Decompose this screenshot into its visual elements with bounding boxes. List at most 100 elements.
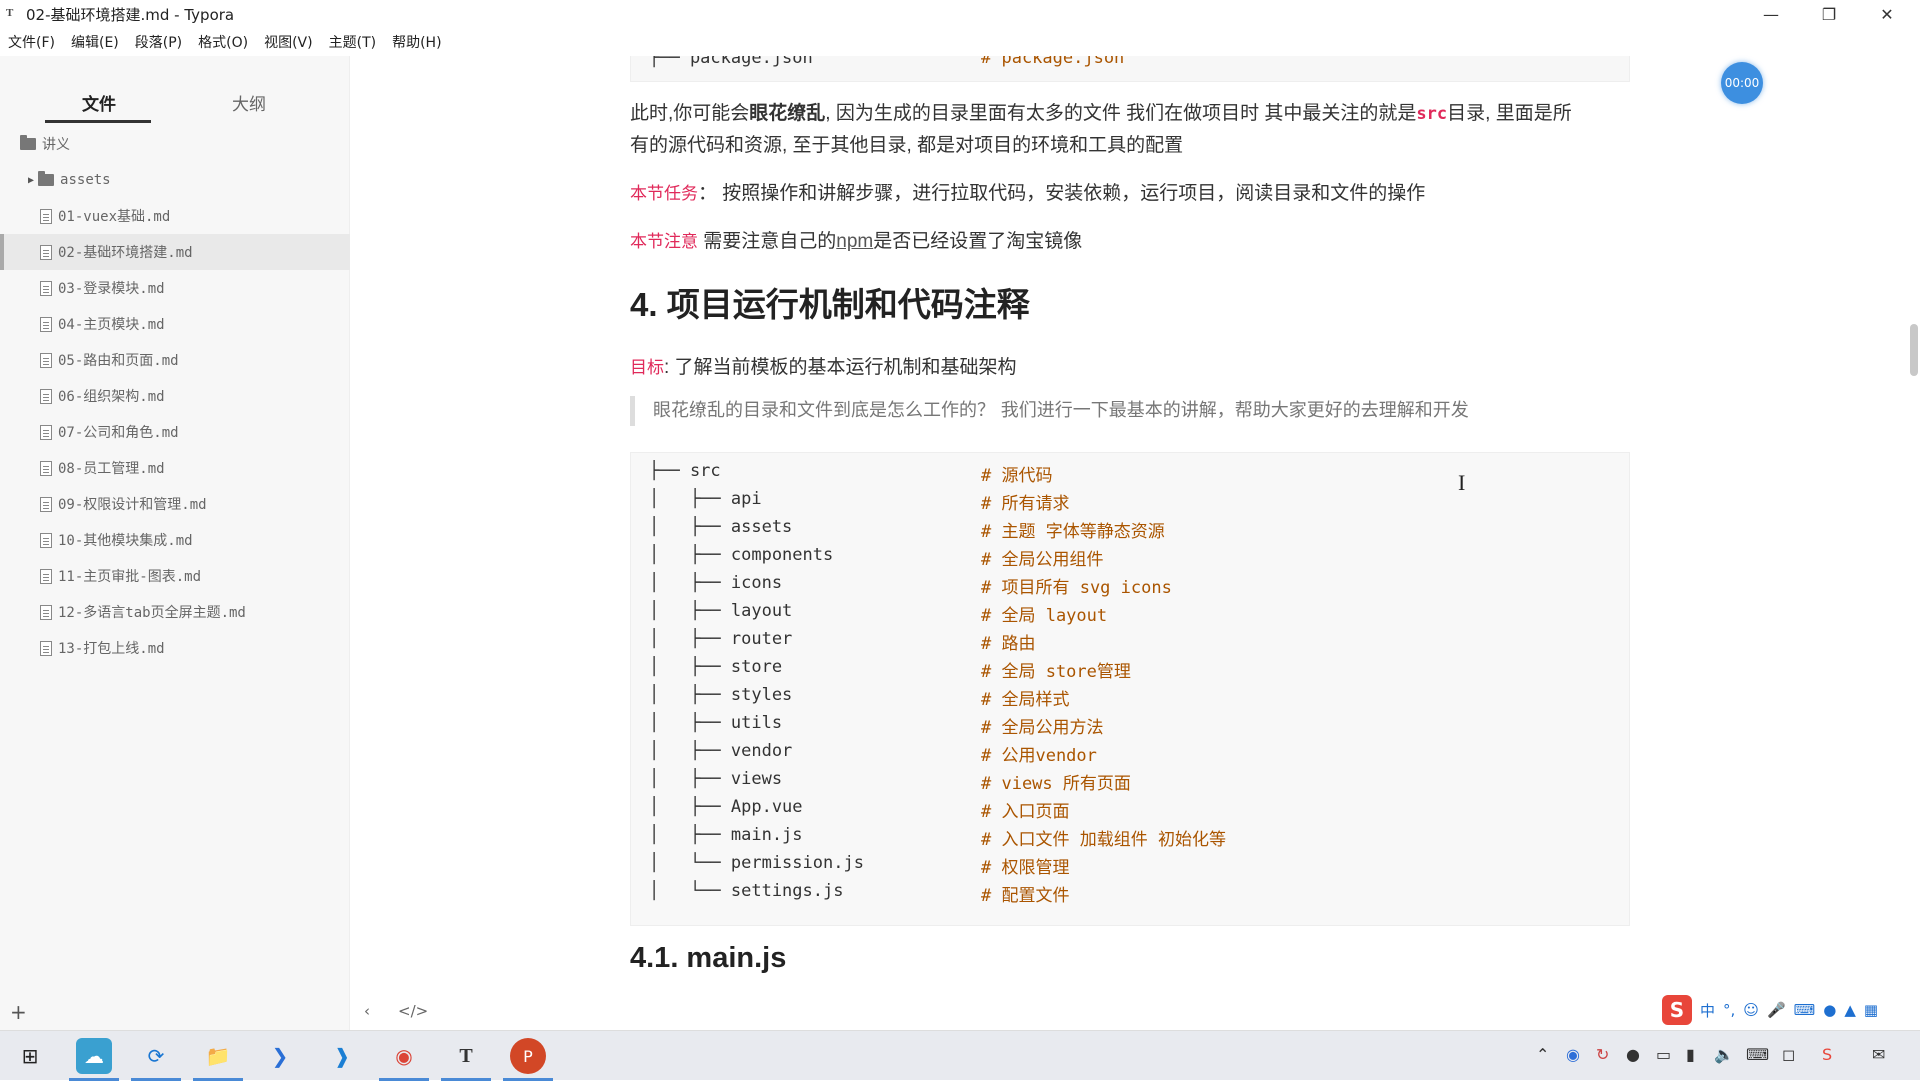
user-icon[interactable]: ● xyxy=(1823,1001,1836,1019)
file-explorer-icon[interactable]: 📁 xyxy=(200,1038,236,1074)
tray-ime-icon[interactable]: ◻ xyxy=(1782,1045,1795,1064)
code-block-directory[interactable]: ├── src # 源代码 │ ├── api # 所有请求 │ ├── assets #… xyxy=(630,452,1630,926)
npm-text: npm xyxy=(836,231,874,252)
tree-assets-folder[interactable]: ▶ assets xyxy=(0,162,350,198)
code-line: │ └── settings.js # 配置文件 xyxy=(631,881,1631,909)
microphone-icon[interactable]: 🎤 xyxy=(1767,1001,1786,1019)
paragraph-goal: 目标: 了解当前模板的基本运行机制和基础架构 xyxy=(630,352,1630,384)
tray-keyboard-icon[interactable]: ⌨ xyxy=(1746,1045,1769,1064)
file-tree-item[interactable]: 04-主页模块.md xyxy=(0,306,350,342)
text: 是否已经设置了淘宝镜像 xyxy=(873,231,1083,252)
file-tree-item[interactable]: 11-主页审批-图表.md xyxy=(0,558,350,594)
file-tree-item[interactable]: 13-打包上线.md xyxy=(0,630,350,666)
ime-language[interactable]: 中 xyxy=(1700,1000,1715,1021)
menu-help[interactable]: 帮助(H) xyxy=(392,32,441,52)
code-line: │ └── permission.js # 权限管理 xyxy=(631,853,1631,881)
powershell-icon[interactable]: ❯ xyxy=(262,1038,298,1074)
add-file-button[interactable]: + xyxy=(10,1000,27,1024)
sidebar: 文件 大纲 讲义 ▶ assets 01-vuex基础.md 02-基础环境搭建.… xyxy=(0,56,350,1030)
file-label: 11-主页审批-图表.md xyxy=(58,569,202,585)
minimize-button[interactable]: — xyxy=(1742,0,1800,28)
code-comment: # 主题 字体等静态资源 xyxy=(981,522,1165,542)
menu-format[interactable]: 格式(O) xyxy=(198,32,248,52)
file-icon xyxy=(40,244,52,260)
file-tree-item[interactable]: 07-公司和角色.md xyxy=(0,414,350,450)
file-label: 08-员工管理.md xyxy=(58,461,165,477)
file-tree-item[interactable]: 05-路由和页面.md xyxy=(0,342,350,378)
caret-right-icon[interactable]: ▶ xyxy=(28,175,34,186)
file-tree-item[interactable]: 03-登录模块.md xyxy=(0,270,350,306)
chrome-icon[interactable]: ◉ xyxy=(386,1038,422,1074)
tab-outline[interactable]: 大纲 xyxy=(232,90,266,115)
file-icon xyxy=(40,604,52,620)
tray-display-icon[interactable]: ▭ xyxy=(1656,1045,1671,1064)
grid-icon[interactable]: ▦ xyxy=(1864,1001,1878,1019)
code-line: │ ├── utils # 全局公用方法 xyxy=(631,713,1631,741)
file-tree-item[interactable]: 01-vuex基础.md xyxy=(0,198,350,234)
punctuation-icon[interactable]: °, xyxy=(1723,1001,1735,1019)
close-button[interactable]: ✕ xyxy=(1858,0,1916,28)
recording-timer[interactable]: 00:00 xyxy=(1721,62,1763,104)
windows-start-icon[interactable]: ⊞ xyxy=(12,1038,48,1074)
file-label: 04-主页模块.md xyxy=(58,317,165,333)
scrollbar-thumb[interactable] xyxy=(1910,324,1918,376)
menu-paragraph[interactable]: 段落(P) xyxy=(135,32,182,52)
code-comment: # 路由 xyxy=(981,634,1036,654)
code-line: │ ├── App.vue # 入口页面 xyxy=(631,797,1631,825)
menu-file[interactable]: 文件(F) xyxy=(8,32,55,52)
paragraph-note: 本节注意 需要注意自己的npm是否已经设置了淘宝镜像 xyxy=(630,226,1630,258)
text-cursor-icon: I xyxy=(1458,470,1466,495)
typora-taskbar-icon[interactable]: T xyxy=(448,1038,484,1074)
app-icon-2[interactable]: ⟳ xyxy=(138,1038,174,1074)
file-tree-item[interactable]: 10-其他模块集成.md xyxy=(0,522,350,558)
active-tab-indicator xyxy=(45,120,151,123)
file-tree-item[interactable]: 06-组织架构.md xyxy=(0,378,350,414)
app-icon-1[interactable]: ☁ xyxy=(76,1038,112,1074)
vscode-icon[interactable]: ❱ xyxy=(324,1038,360,1074)
code-comment: # 全局样式 xyxy=(981,690,1070,710)
menu-theme[interactable]: 主题(T) xyxy=(329,32,376,52)
title-bar: T 02-基础环境搭建.md - Typora — ❐ ✕ xyxy=(0,0,1920,28)
code-line: │ ├── api # 所有请求 xyxy=(631,489,1631,517)
file-tree-item[interactable]: 09-权限设计和管理.md xyxy=(0,486,350,522)
notification-center-icon[interactable]: ✉ xyxy=(1872,1045,1885,1064)
code-comment: # 公用vendor xyxy=(981,746,1097,766)
powerpoint-icon[interactable]: P xyxy=(510,1038,546,1074)
menu-edit[interactable]: 编辑(E) xyxy=(71,32,119,52)
emoji-icon[interactable]: ☺ xyxy=(1743,1001,1759,1019)
restore-button[interactable]: ❐ xyxy=(1800,0,1858,28)
file-icon xyxy=(40,388,52,404)
file-icon xyxy=(40,496,52,512)
tray-mic-icon[interactable]: ● xyxy=(1626,1045,1640,1064)
tab-files[interactable]: 文件 xyxy=(82,90,116,115)
tray-sogou-icon[interactable]: S xyxy=(1822,1045,1832,1064)
paragraph-intro: 此时,你可能会眼花缭乱, 因为生成的目录里面有太多的文件 我们在做项目时 其中最… xyxy=(630,98,1630,162)
code-line: │ ├── layout # 全局 layout xyxy=(631,601,1631,629)
tray-app-icon[interactable]: ◉ xyxy=(1566,1045,1580,1064)
tree-root-folder[interactable]: 讲义 xyxy=(0,126,350,162)
editor-area[interactable]: ├── package.json # package.json 此时,你可能会眼… xyxy=(350,56,1910,1030)
show-hidden-icons-icon[interactable]: ⌃ xyxy=(1536,1045,1549,1064)
file-tree-item[interactable]: 08-员工管理.md xyxy=(0,450,350,486)
file-tree-item[interactable]: 12-多语言tab页全屏主题.md xyxy=(0,594,350,630)
sogou-logo-icon[interactable]: S xyxy=(1662,995,1692,1025)
code-line: │ ├── vendor # 公用vendor xyxy=(631,741,1631,769)
keyboard-icon[interactable]: ⌨ xyxy=(1794,1001,1816,1019)
tray-volume-icon[interactable]: 🔈 xyxy=(1714,1045,1734,1064)
menu-view[interactable]: 视图(V) xyxy=(264,32,313,52)
code-tree-text: │ └── permission.js xyxy=(649,853,864,873)
code-tree-text: ├── src xyxy=(649,461,721,481)
file-label: 03-登录模块.md xyxy=(58,281,165,297)
tray-battery-icon[interactable]: ▮ xyxy=(1686,1045,1695,1064)
shirt-icon[interactable]: ▲ xyxy=(1844,1001,1856,1019)
file-icon xyxy=(40,208,52,224)
tray-sync-icon[interactable]: ↻ xyxy=(1596,1045,1609,1064)
code-line: │ ├── icons # 项目所有 svg icons xyxy=(631,573,1631,601)
text: 此时,你可能会 xyxy=(630,103,750,124)
code-tree-text: │ ├── router xyxy=(649,629,793,649)
file-icon xyxy=(40,352,52,368)
code-comment: # package.json xyxy=(981,56,1125,68)
code-comment: # 配置文件 xyxy=(981,886,1070,906)
file-label: 07-公司和角色.md xyxy=(58,425,179,441)
file-tree-item[interactable]: 02-基础环境搭建.md xyxy=(0,234,350,270)
